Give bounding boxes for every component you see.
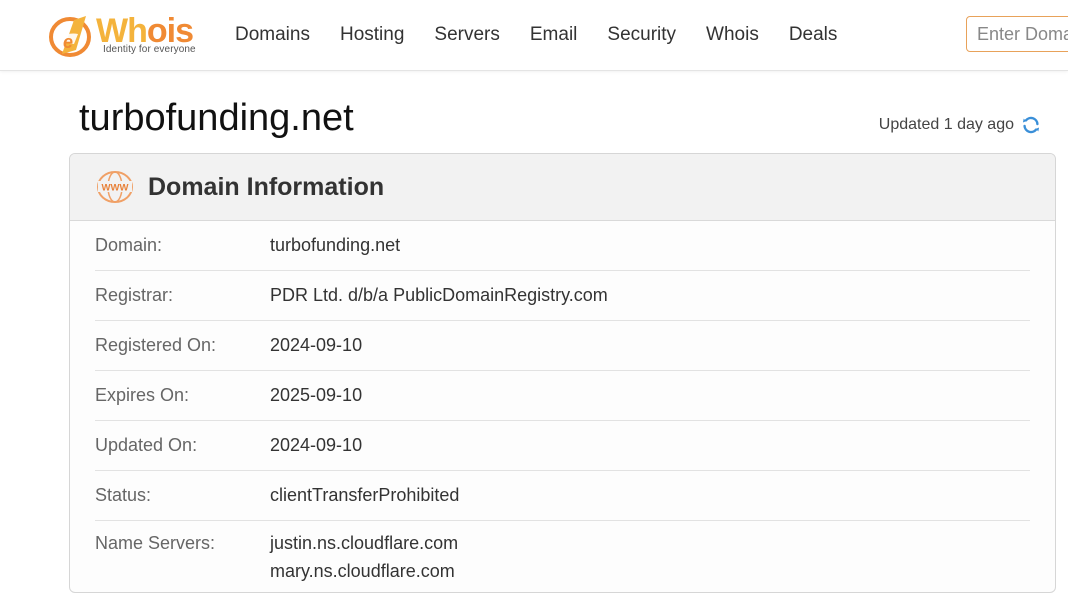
- row-label: Updated On:: [95, 435, 198, 455]
- whois-logo[interactable]: e Whois Identity for everyone: [48, 12, 208, 60]
- name-server: mary.ns.cloudflare.com: [270, 561, 455, 581]
- row-value: turbofunding.net: [270, 235, 401, 255]
- info-row-updated-on: Updated On: 2024-09-10: [95, 421, 1030, 471]
- card-title: Domain Information: [148, 172, 385, 201]
- updated-text: Updated 1 day ago: [878, 116, 1014, 133]
- svg-text:e: e: [63, 32, 73, 52]
- page-title: turbofunding.net: [79, 97, 354, 139]
- logo-mark-icon: e: [48, 14, 92, 63]
- row-value: 2025-09-10: [270, 385, 363, 405]
- name-server-list: justin.ns.cloudflare.com mary.ns.cloudfl…: [270, 529, 458, 585]
- row-label: Registrar:: [95, 285, 174, 305]
- nav-domains[interactable]: Domains: [235, 22, 310, 48]
- nav-deals[interactable]: Deals: [789, 22, 838, 48]
- domain-info-table: Domain: turbofunding.net Registrar: PDR …: [70, 221, 1055, 585]
- info-row-expires-on: Expires On: 2025-09-10: [95, 371, 1030, 421]
- nav-email[interactable]: Email: [530, 22, 578, 48]
- info-row-registered-on: Registered On: 2024-09-10: [95, 321, 1030, 371]
- row-value: 2024-09-10: [270, 335, 363, 355]
- info-row-registrar: Registrar: PDR Ltd. d/b/a PublicDomainRe…: [95, 271, 1030, 321]
- svg-text:WWW: WWW: [102, 183, 129, 194]
- row-value: 2024-09-10: [270, 435, 363, 455]
- nav-whois[interactable]: Whois: [706, 22, 759, 48]
- row-label: Registered On:: [95, 335, 217, 355]
- row-label: Domain:: [95, 235, 163, 255]
- row-value: PDR Ltd. d/b/a PublicDomainRegistry.com: [270, 285, 608, 305]
- row-label: Name Servers:: [95, 533, 216, 553]
- domain-information-card: WWW Domain Information Domain: turbofund…: [69, 153, 1056, 593]
- card-header: WWW Domain Information: [70, 154, 1055, 221]
- refresh-icon[interactable]: [1020, 114, 1042, 136]
- main-nav: Domains Hosting Servers Email Security W…: [235, 22, 867, 48]
- info-row-status: Status: clientTransferProhibited: [95, 471, 1030, 521]
- domain-search-input[interactable]: [966, 16, 1068, 52]
- info-row-name-servers: Name Servers: justin.ns.cloudflare.com m…: [95, 521, 1030, 585]
- www-icon: WWW: [96, 170, 134, 204]
- row-label: Status:: [95, 485, 152, 505]
- top-navbar: e Whois Identity for everyone Domains Ho…: [0, 0, 1068, 71]
- nav-hosting[interactable]: Hosting: [340, 22, 404, 48]
- logo-tagline: Identity for everyone: [103, 44, 196, 55]
- row-label: Expires On:: [95, 385, 190, 405]
- row-value: clientTransferProhibited: [270, 485, 460, 505]
- nav-security[interactable]: Security: [607, 22, 676, 48]
- last-updated: Updated 1 day ago: [879, 114, 1042, 136]
- name-server: justin.ns.cloudflare.com: [270, 533, 459, 553]
- info-row-domain: Domain: turbofunding.net: [95, 221, 1030, 271]
- nav-servers[interactable]: Servers: [434, 22, 499, 48]
